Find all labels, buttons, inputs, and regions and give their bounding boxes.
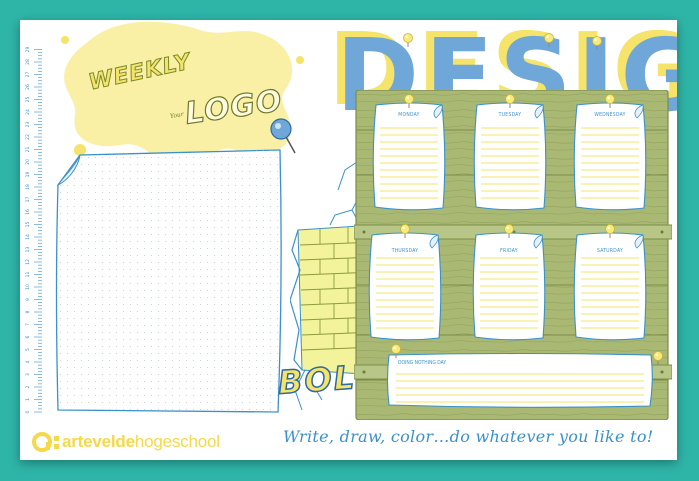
ruler-label: 0 — [25, 410, 31, 413]
pin-icon — [403, 94, 415, 108]
pin-icon — [652, 350, 664, 365]
arteveld-logo-icon — [32, 432, 59, 452]
pin-icon — [604, 94, 616, 108]
note-thursday[interactable]: THURSDAY — [368, 224, 442, 341]
drawing-canvas[interactable] — [50, 140, 290, 420]
brand-name-bold: artevelde — [62, 432, 135, 451]
day-label-tuesday: TUESDAY — [498, 112, 522, 118]
ruler-label: 28 — [25, 59, 31, 65]
ruler-label: 8 — [25, 310, 31, 313]
ruler-label: 14 — [25, 234, 31, 240]
ruler-label: 23 — [25, 122, 31, 128]
ruler-label: 6 — [25, 335, 31, 338]
ruler-label: 21 — [25, 147, 31, 153]
day-label-wednesday: WEDNESDAY — [594, 112, 626, 118]
brand-name: arteveldehogeschool — [62, 432, 220, 452]
ruler-label: 18 — [25, 184, 31, 190]
ruler-label: 26 — [25, 84, 31, 90]
ruler-label: 25 — [25, 97, 31, 103]
pin-icon — [399, 224, 411, 238]
pin-icon — [402, 32, 414, 47]
ruler-label: 22 — [25, 134, 31, 140]
note-monday[interactable]: MONDAY — [372, 94, 446, 211]
ruler-label: 20 — [25, 159, 31, 165]
ruler-label: 29 — [25, 47, 31, 53]
note-tuesday[interactable]: TUESDAY — [473, 94, 547, 211]
tagline: Write, draw, color…do whatever you like … — [283, 427, 654, 446]
brand-name-light: hogeschool — [134, 432, 220, 451]
ruler-label: 13 — [25, 247, 31, 253]
day-label-monday: MONDAY — [398, 112, 420, 118]
brand-logo: arteveldehogeschool — [32, 430, 220, 454]
day-label-thursday: THURSDAY — [391, 248, 419, 254]
pin-icon — [604, 224, 616, 238]
ruler-label: 1 — [25, 398, 31, 401]
pin-icon — [591, 35, 603, 50]
ruler-label: 9 — [25, 298, 31, 301]
pin-icon — [543, 32, 555, 47]
note-friday[interactable]: FRIDAY — [472, 224, 546, 341]
ruler-label: 17 — [25, 197, 31, 203]
ruler-label: 2 — [25, 385, 31, 388]
planner-sheet: 0 1 2 3 4 5 6 7 8 9 10 11 12 13 14 15 16 17 18 19 20 21 22 23 24… — [20, 20, 677, 460]
ruler-label: 4 — [25, 360, 31, 363]
ruler-label: 15 — [25, 222, 31, 228]
day-label-saturday: SATURDAY — [596, 248, 623, 254]
pin-icon — [504, 94, 516, 108]
ruler-label: 27 — [25, 72, 31, 78]
ruler-label: 19 — [25, 172, 31, 178]
ruler-label: 24 — [25, 109, 31, 115]
ruler-label: 12 — [25, 259, 31, 265]
pin-icon — [503, 224, 515, 238]
sunday-note-label: DOING NOTHING DAY — [398, 360, 447, 366]
ruler-label: 16 — [25, 209, 31, 215]
ruler-label: 3 — [25, 373, 31, 376]
note-wednesday[interactable]: WEDNESDAY — [573, 94, 647, 211]
note-saturday[interactable]: SATURDAY — [573, 224, 647, 341]
day-label-friday: FRIDAY — [500, 248, 518, 254]
ruler-label: 10 — [25, 284, 31, 290]
ruler-label: 7 — [25, 323, 31, 326]
ruler-label: 11 — [25, 272, 31, 278]
ruler-label: 5 — [25, 348, 31, 351]
ruler: 0123456789101112131415161718192021222324… — [25, 47, 42, 413]
pin-icon — [390, 344, 402, 358]
